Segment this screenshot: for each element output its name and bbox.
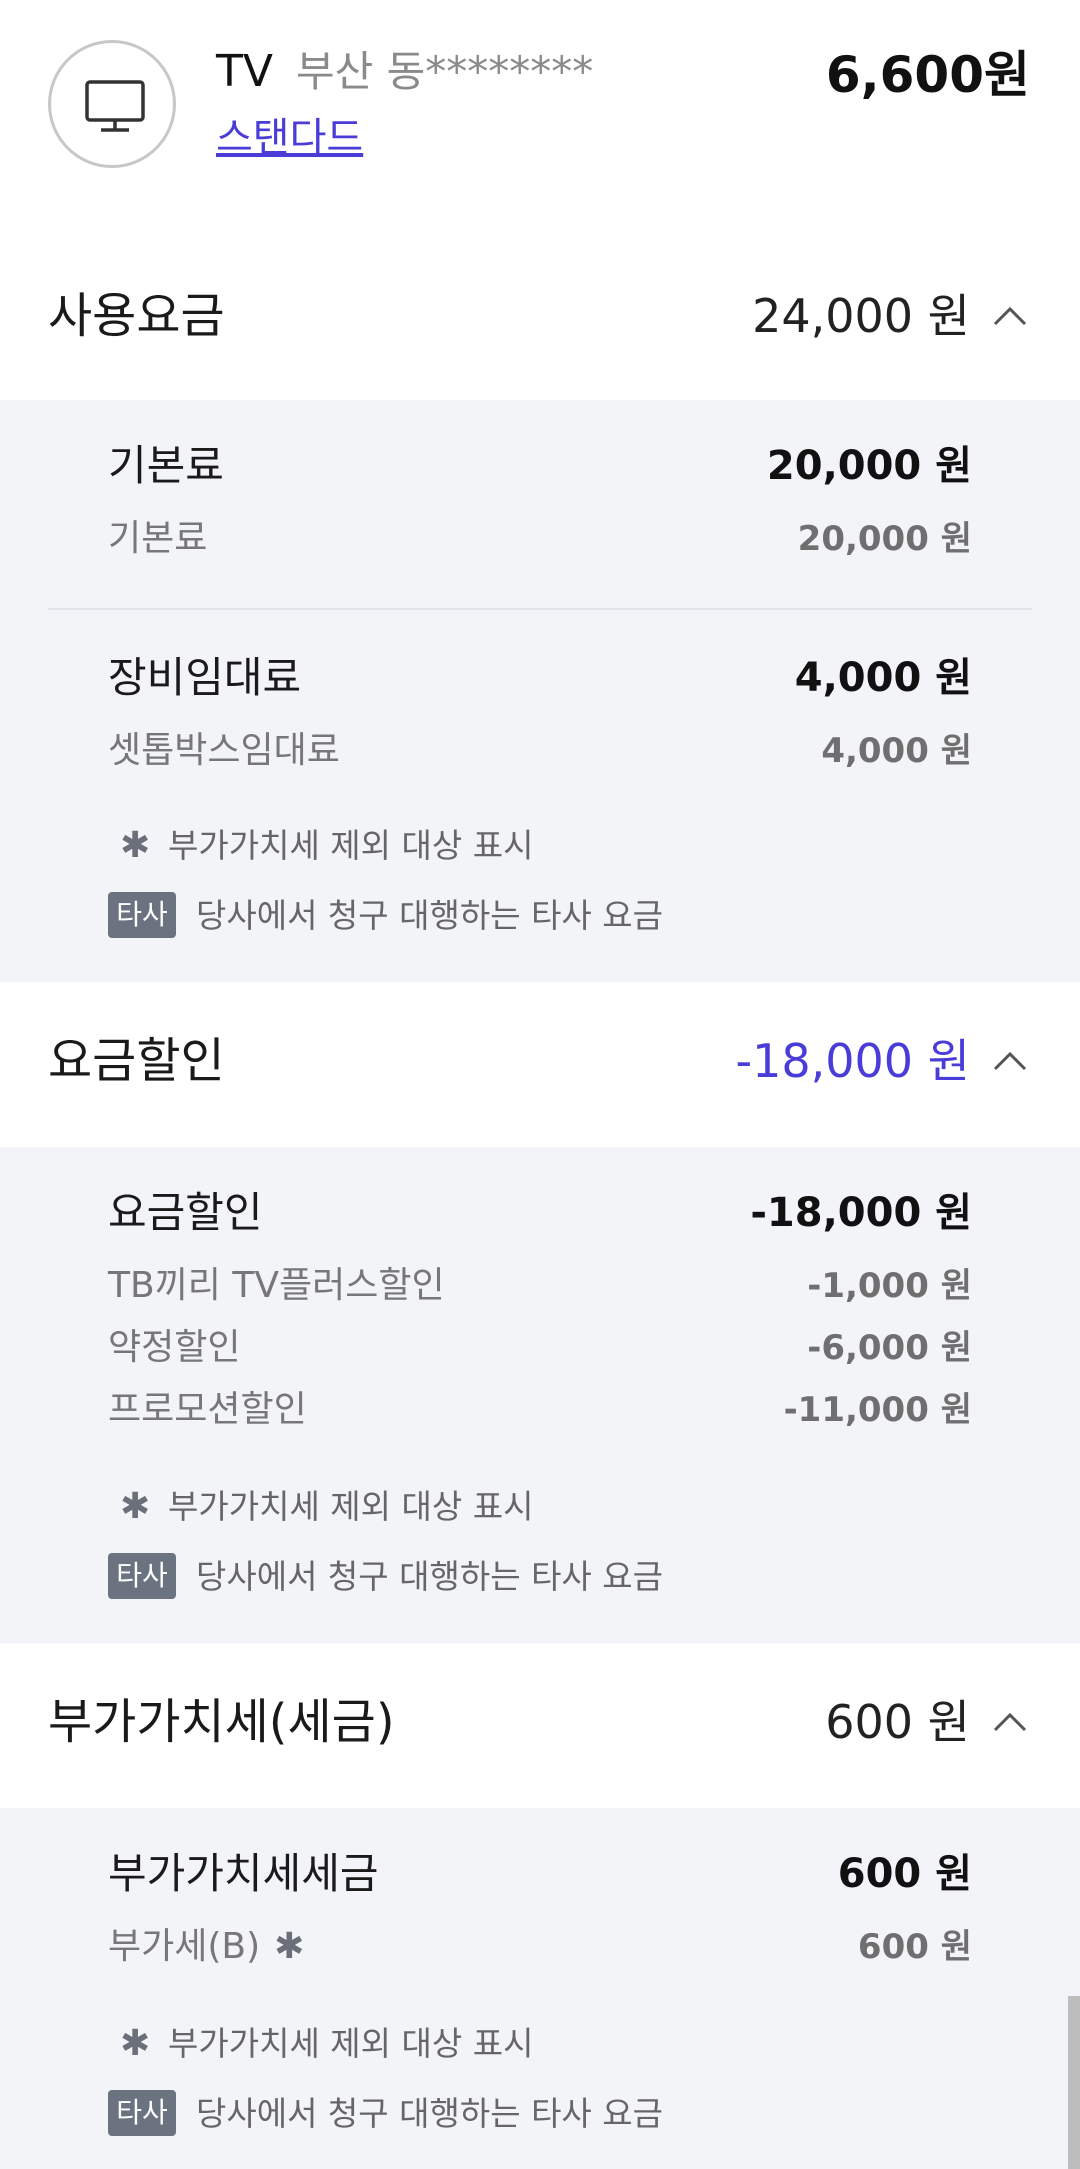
section-header-discount[interactable]: 요금할인 -18,000 원 [0, 1005, 1080, 1115]
item-label: 요금할인 [108, 1188, 263, 1237]
item-label: 부가가치세세금 [108, 1849, 379, 1898]
chevron-up-icon[interactable] [992, 300, 1028, 330]
list-item: 약정할인 -6,000 원 [108, 1323, 972, 1373]
vat-exempt-note: ✱ 부가가치세 제외 대상 표시 [108, 2020, 908, 2068]
section-amount: -18,000 원 [735, 1034, 971, 1088]
note-text: 부가가치세 제외 대상 표시 [168, 1487, 534, 1526]
item-label: 부가세(B) ✱ [108, 1922, 304, 1972]
item-amount: 4,000 원 [821, 731, 972, 771]
bill-detail-page: TV 부산 동******** 스탠다드 6,600원 사용요금 24,000 … [0, 0, 1080, 2169]
section-amount: 600 원 [825, 1695, 970, 1749]
scrollbar[interactable] [1068, 1996, 1080, 2169]
item-amount: 600 원 [857, 1927, 972, 1967]
list-item: 프로모션할인 -11,000 원 [108, 1385, 972, 1435]
third-party-note: 타사 당사에서 청구 대행하는 타사 요금 [108, 1553, 908, 1601]
item-amount: 4,000 원 [794, 655, 972, 701]
section-title: 사용요금 [48, 288, 225, 344]
service-total: 6,600원 [825, 46, 1030, 104]
note-text: 당사에서 청구 대행하는 타사 요금 [196, 896, 663, 935]
divider [48, 608, 1032, 610]
third-party-note: 타사 당사에서 청구 대행하는 타사 요금 [108, 892, 908, 940]
item-label: 셋톱박스임대료 [108, 730, 340, 771]
item-amount: -18,000 원 [750, 1190, 972, 1236]
third-party-note: 타사 당사에서 청구 대행하는 타사 요금 [108, 2090, 908, 2138]
section-body-usage: 기본료 20,000 원 기본료 20,000 원 장비임대료 4,000 원 … [0, 400, 1080, 982]
asterisk-icon: ✱ [274, 1926, 305, 1967]
item-label: 프로모션할인 [108, 1389, 307, 1430]
section-title: 요금할인 [48, 1033, 225, 1089]
list-item: 기본료 20,000 원 [108, 438, 972, 494]
chevron-up-icon[interactable] [992, 1706, 1028, 1736]
section-body-vat: 부가가치세세금 600 원 부가세(B) ✱ 600 원 ✱ 부가가치세 제외 대… [0, 1808, 1080, 2169]
note-text: 당사에서 청구 대행하는 타사 요금 [196, 1557, 663, 1596]
item-amount: 600 원 [837, 1851, 972, 1897]
item-label-text: 부가세(B) [108, 1926, 261, 1967]
list-item: 기본료 20,000 원 [108, 514, 972, 564]
service-name: TV [216, 46, 273, 97]
item-label: 장비임대료 [108, 653, 302, 702]
list-item: 부가세(B) ✱ 600 원 [108, 1922, 972, 1972]
third-party-badge: 타사 [108, 1553, 176, 1599]
item-amount: -1,000 원 [807, 1266, 972, 1306]
section-amount: 24,000 원 [752, 289, 970, 343]
asterisk-icon: ✱ [120, 825, 151, 866]
item-label: 기본료 [108, 518, 208, 559]
item-amount: -11,000 원 [783, 1390, 972, 1430]
service-summary: TV 부산 동******** 스탠다드 6,600원 [0, 0, 1080, 220]
tv-icon [48, 40, 176, 168]
vat-exempt-note: ✱ 부가가치세 제외 대상 표시 [108, 822, 908, 870]
section-title: 부가가치세(세금) [48, 1694, 395, 1750]
third-party-badge: 타사 [108, 2090, 176, 2136]
asterisk-icon: ✱ [120, 2023, 151, 2064]
vat-exempt-note: ✱ 부가가치세 제외 대상 표시 [108, 1483, 908, 1531]
section-body-discount: 요금할인 -18,000 원 TB끼리 TV플러스할인 -1,000 원 약정할… [0, 1147, 1080, 1643]
list-item: TB끼리 TV플러스할인 -1,000 원 [108, 1261, 972, 1311]
service-location: 부산 동******** [296, 47, 594, 96]
chevron-up-icon[interactable] [992, 1045, 1028, 1075]
note-text: 당사에서 청구 대행하는 타사 요금 [196, 2094, 663, 2133]
item-label: 약정할인 [108, 1327, 241, 1368]
item-amount: 20,000 원 [766, 443, 972, 489]
note-text: 부가가치세 제외 대상 표시 [168, 2024, 534, 2063]
section-header-usage[interactable]: 사용요금 24,000 원 [0, 260, 1080, 370]
item-label: TB끼리 TV플러스할인 [108, 1265, 445, 1306]
section-header-vat[interactable]: 부가가치세(세금) 600 원 [0, 1666, 1080, 1776]
list-item: 요금할인 -18,000 원 [108, 1185, 972, 1241]
item-amount: -6,000 원 [807, 1328, 972, 1368]
item-label: 기본료 [108, 441, 224, 490]
note-text: 부가가치세 제외 대상 표시 [168, 826, 534, 865]
list-item: 셋톱박스임대료 4,000 원 [108, 726, 972, 776]
plan-link[interactable]: 스탠다드 [216, 110, 363, 166]
asterisk-icon: ✱ [120, 1486, 151, 1527]
list-item: 부가가치세세금 600 원 [108, 1846, 972, 1902]
third-party-badge: 타사 [108, 892, 176, 938]
list-item: 장비임대료 4,000 원 [108, 650, 972, 706]
item-amount: 20,000 원 [797, 519, 972, 559]
